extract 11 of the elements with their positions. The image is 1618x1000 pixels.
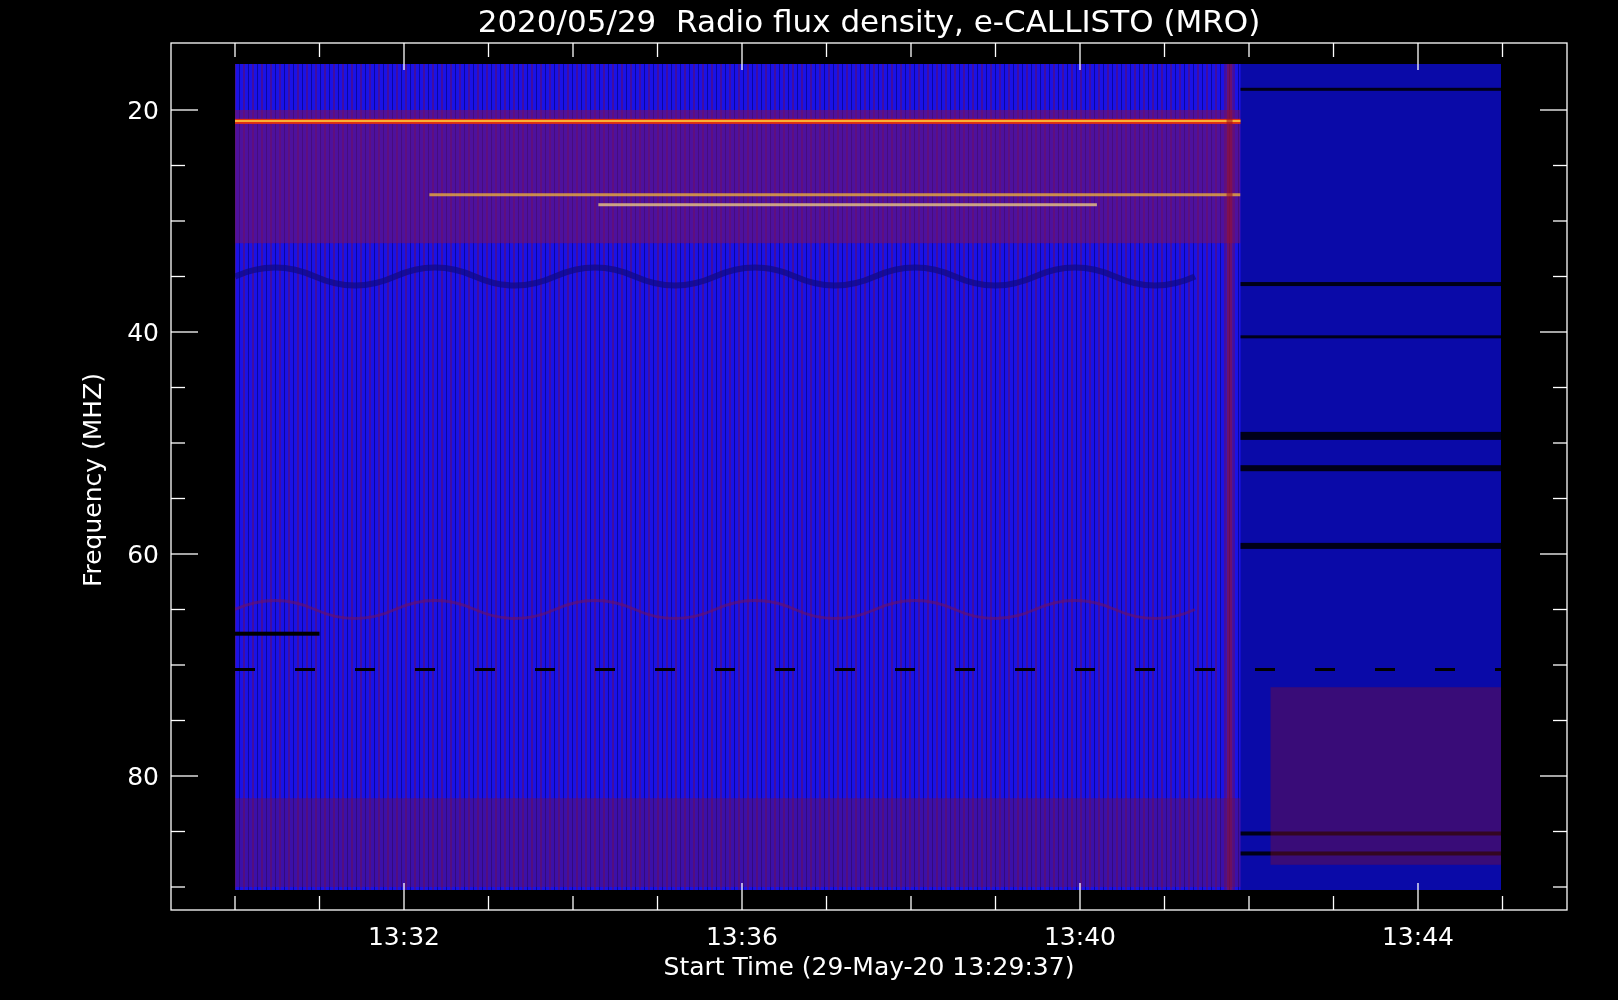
axis-tick-label: 60 bbox=[127, 540, 159, 569]
axis-label: Frequency (MHZ) bbox=[78, 372, 107, 588]
axis-label: Start Time (29-May-20 13:29:37) bbox=[663, 952, 1075, 981]
axis-tick-label: 13:44 bbox=[1382, 922, 1454, 951]
axis-tick-label: 40 bbox=[127, 318, 159, 347]
axis-tick-label: 13:40 bbox=[1044, 922, 1116, 951]
axis-tick-label: 13:36 bbox=[706, 922, 778, 951]
axis-tick-label: 80 bbox=[127, 762, 159, 791]
plot-title: 2020/05/29 Radio flux density, e-CALLISTO (MRO) bbox=[477, 3, 1261, 39]
axis-tick-label: 20 bbox=[127, 96, 159, 125]
axis-tick-label: 13:32 bbox=[368, 922, 440, 951]
